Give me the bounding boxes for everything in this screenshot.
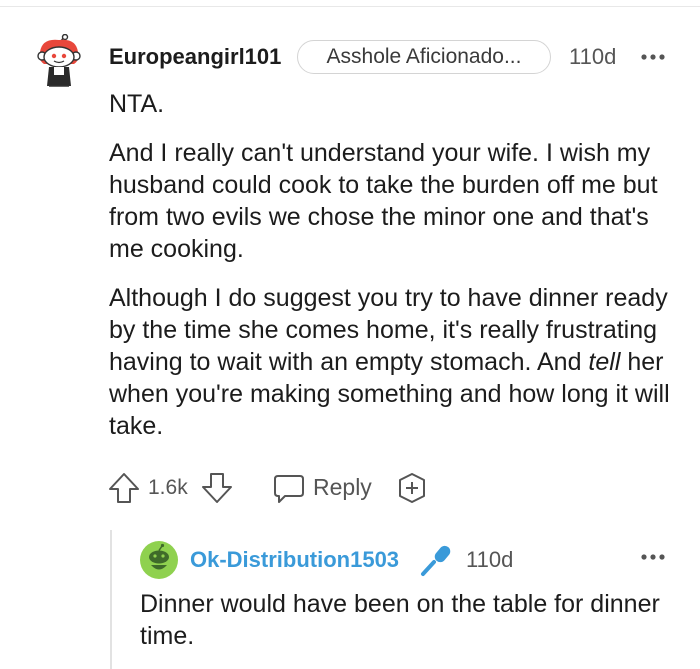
award-button[interactable]	[395, 470, 429, 506]
reply-label[interactable]: Reply	[313, 474, 372, 501]
thread-line[interactable]	[110, 530, 112, 669]
emphasis-text: tell	[588, 348, 621, 376]
microphone-icon	[418, 543, 454, 579]
upvote-arrow-icon	[109, 473, 139, 503]
green-snoo-avatar-icon	[140, 541, 178, 579]
author-name[interactable]: Europeangirl101	[109, 44, 281, 70]
top-divider	[0, 6, 700, 7]
award-plus-icon	[399, 473, 425, 503]
comment-verdict: NTA.	[109, 90, 165, 118]
upvote-button[interactable]	[107, 470, 141, 506]
comment-body: NTA. And I really can't understand your …	[109, 88, 689, 459]
more-options-button[interactable]	[640, 548, 666, 566]
avatar[interactable]	[34, 33, 84, 90]
speech-bubble-icon	[274, 475, 304, 503]
reply-button[interactable]	[272, 470, 306, 506]
comment-actions: 1.6k Reply	[107, 470, 437, 508]
reply-body: Dinner would have been on the table for …	[140, 590, 660, 650]
timestamp: 110d	[569, 44, 617, 69]
paragraph-text: Although I do suggest you try to have di…	[109, 284, 668, 376]
snoo-avatar-icon	[37, 33, 81, 87]
author-name[interactable]: Ok-Distribution1503	[190, 547, 399, 573]
downvote-button[interactable]	[200, 470, 234, 506]
more-options-button[interactable]	[640, 48, 666, 66]
comment-paragraph: Although I do suggest you try to have di…	[109, 282, 689, 442]
timestamp: 110d	[466, 547, 514, 572]
more-icon	[641, 54, 665, 60]
more-icon	[641, 554, 665, 560]
avatar[interactable]	[140, 541, 178, 579]
downvote-arrow-icon	[202, 473, 232, 503]
comment-paragraph: And I really can't understand your wife.…	[109, 139, 658, 263]
user-flair: Asshole Aficionado...	[297, 40, 551, 74]
vote-count: 1.6k	[148, 476, 188, 499]
